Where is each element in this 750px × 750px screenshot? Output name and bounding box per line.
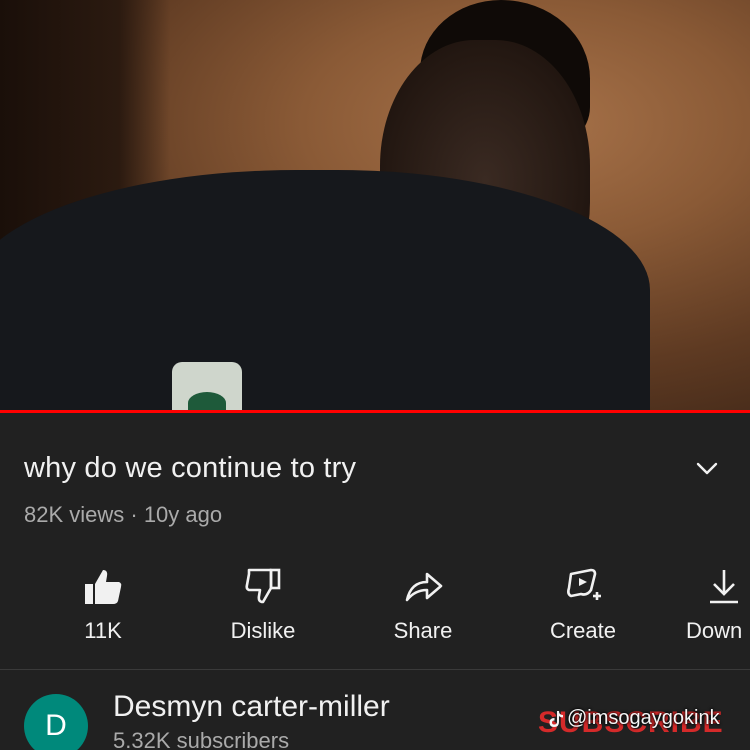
create-button[interactable]: Create xyxy=(508,560,658,660)
divider xyxy=(0,669,750,670)
video-meta[interactable]: 82K views · 10y ago xyxy=(24,502,222,528)
download-label: Down xyxy=(686,618,743,643)
channel-avatar[interactable]: D xyxy=(24,694,88,750)
share-button[interactable]: Share xyxy=(348,560,498,660)
tiktok-icon xyxy=(549,710,563,727)
like-button[interactable]: 11K xyxy=(28,560,178,660)
video-title[interactable]: why do we continue to try xyxy=(24,452,356,485)
share-icon xyxy=(405,572,443,602)
action-bar: 11K Dislike Share Create Down xyxy=(0,560,750,660)
thumbs-up-icon xyxy=(85,570,122,604)
create-icon xyxy=(567,568,601,600)
dislike-label: Dislike xyxy=(230,618,296,643)
video-frame-emblem xyxy=(172,362,242,413)
watermark-handle: @imsogaygokink xyxy=(567,707,720,729)
download-button[interactable]: Down xyxy=(668,560,750,660)
thumbs-down-icon xyxy=(245,568,281,604)
dislike-button[interactable]: Dislike xyxy=(188,560,338,660)
subscriber-count: 5.32K subscribers xyxy=(113,728,290,750)
video-frame-shirt xyxy=(0,170,650,413)
video-player[interactable] xyxy=(0,0,750,413)
watermark-overlay: @imsogaygokink xyxy=(548,707,720,730)
like-count: 11K xyxy=(84,618,122,643)
create-label: Create xyxy=(549,618,617,643)
chevron-down-icon[interactable] xyxy=(694,458,720,478)
download-icon xyxy=(710,570,738,604)
share-label: Share xyxy=(393,618,453,643)
channel-name[interactable]: Desmyn carter-miller xyxy=(113,690,390,724)
video-progress-fill xyxy=(0,410,750,413)
video-progress-bar[interactable] xyxy=(0,410,750,413)
